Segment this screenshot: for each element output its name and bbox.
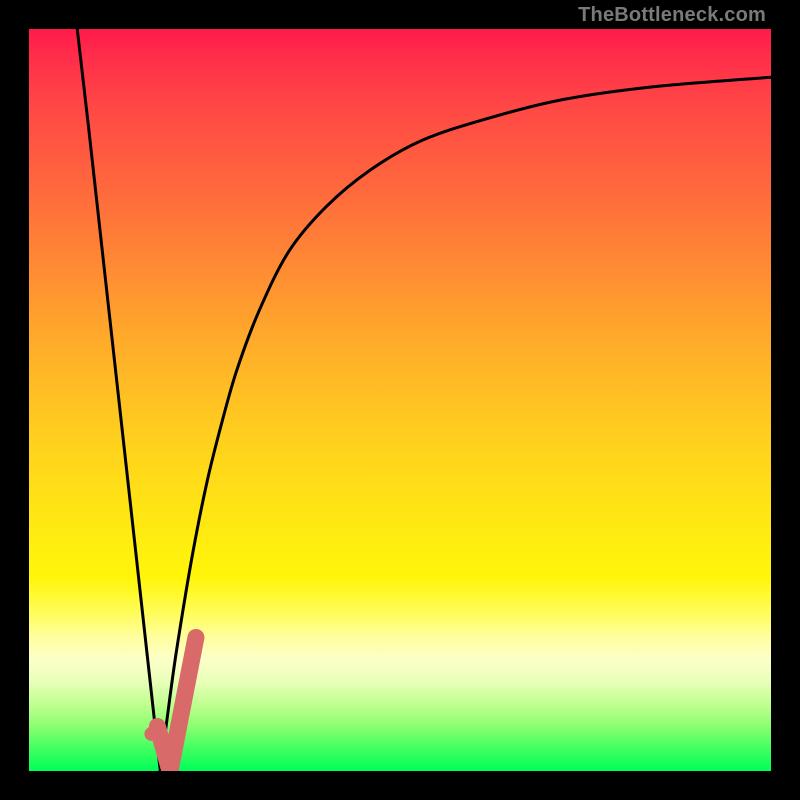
plot-area [29,29,771,771]
attribution-text: TheBottleneck.com [578,4,766,27]
curve-right-branch [160,77,771,771]
performance-curve [77,29,771,771]
chart-frame: TheBottleneck.com [0,0,800,800]
curve-left-branch [77,29,160,771]
curve-layer [29,29,771,771]
